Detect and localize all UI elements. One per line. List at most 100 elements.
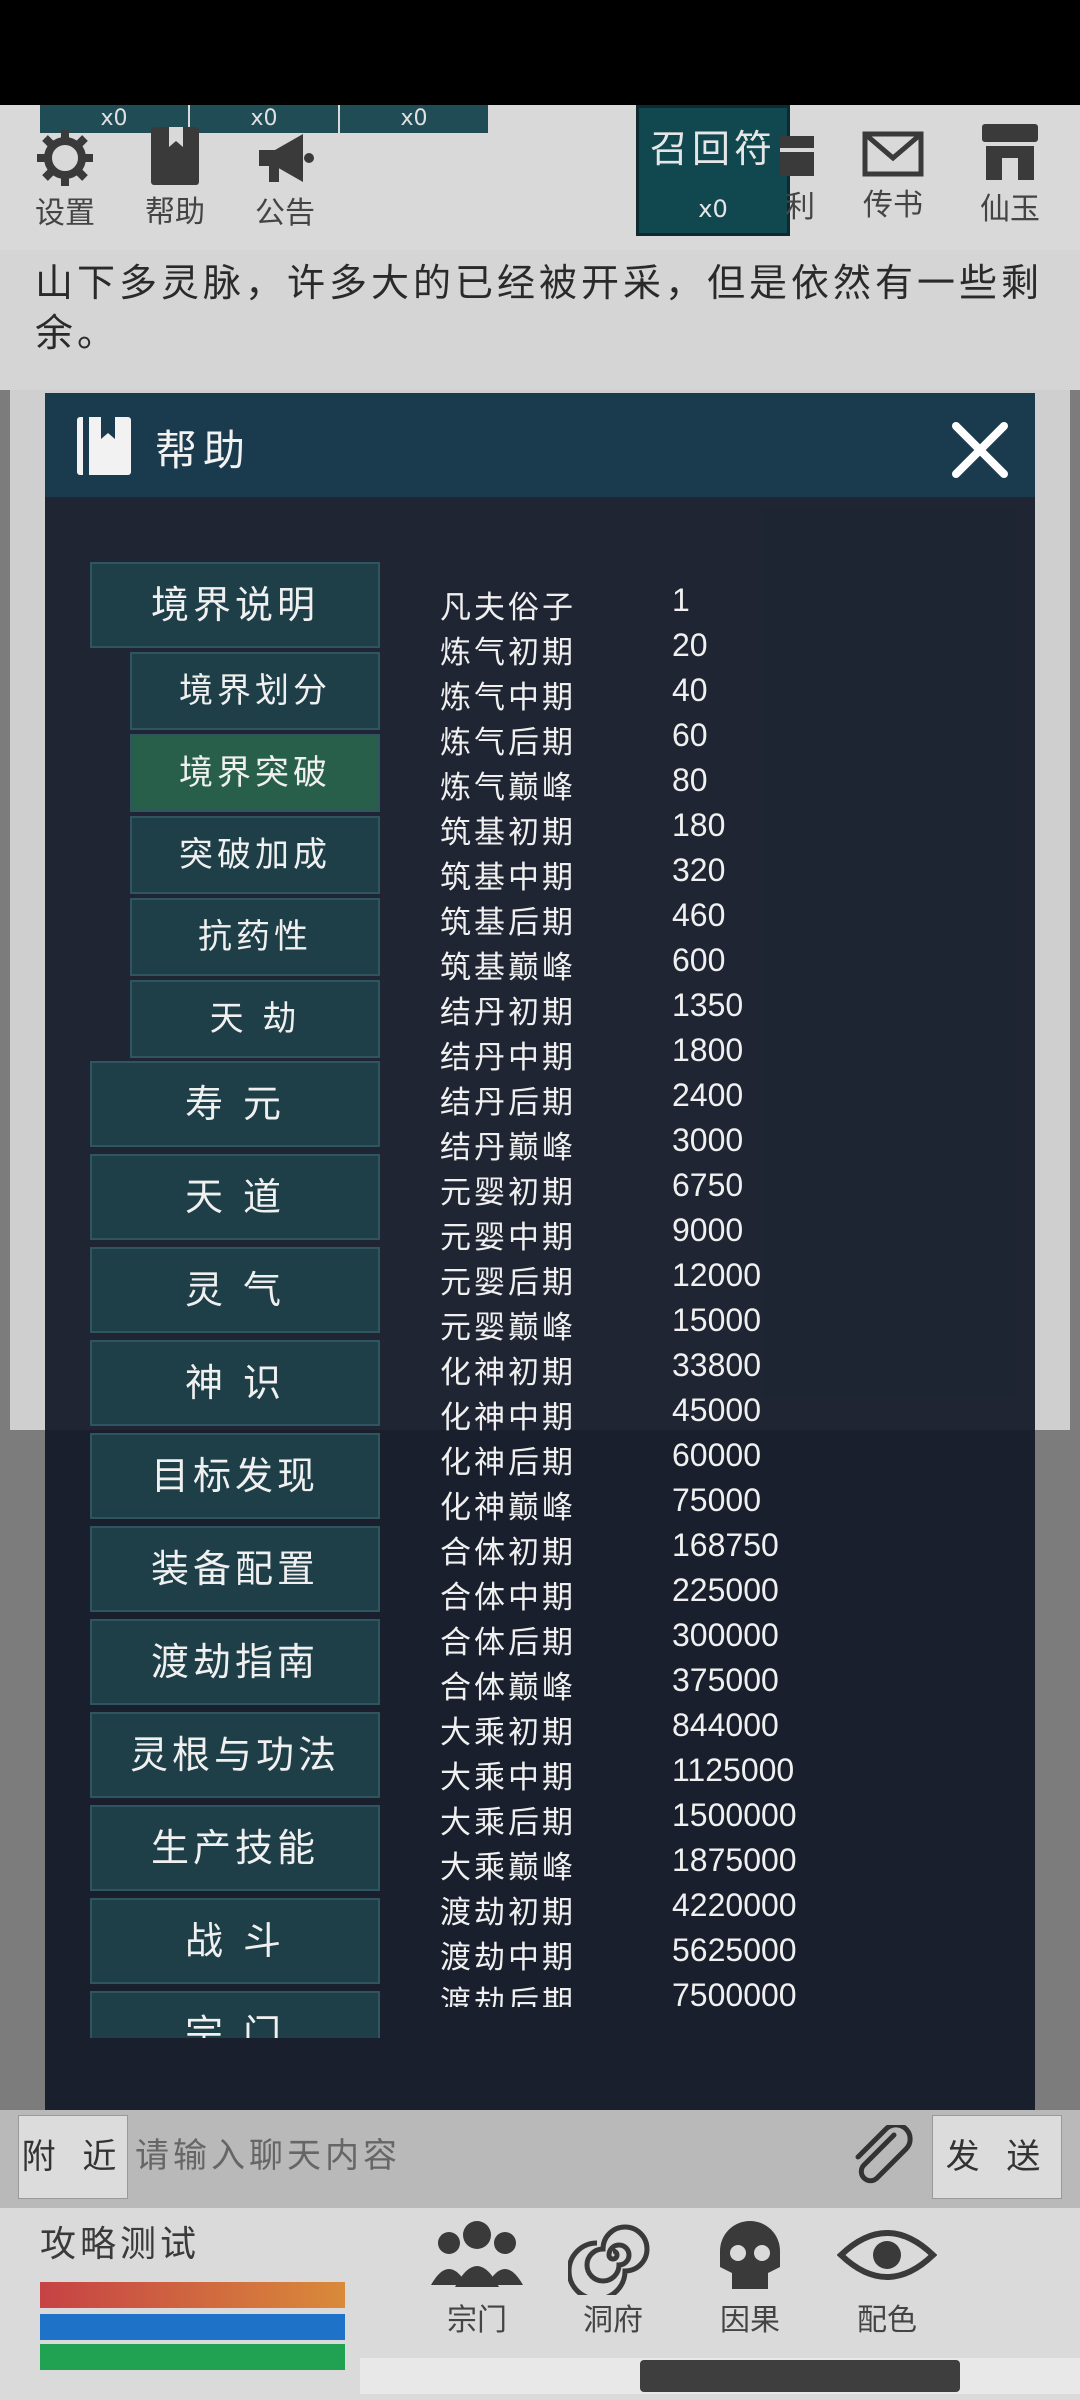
- people-icon: [431, 2221, 523, 2287]
- table-row: 合体后期 300000: [440, 1617, 920, 1662]
- story-text: 山下多灵脉，许多大的已经被开采，但是依然有一些剩余。: [35, 261, 1044, 355]
- table-row: 大乘初期 844000: [440, 1707, 920, 1752]
- help-subtopic-breakthrough-bonus[interactable]: 突破加成: [130, 816, 380, 894]
- mail-button[interactable]: 传书: [838, 128, 948, 224]
- help-topic-label: 神 识: [184, 1361, 286, 1405]
- welfare-label: 利: [785, 190, 815, 225]
- help-topic-realm-explain[interactable]: 境界说明: [90, 562, 380, 648]
- realm-name: 合体巅峰: [440, 1670, 576, 1706]
- realm-name: 炼气巅峰: [440, 770, 576, 806]
- realm-name: 炼气初期: [440, 635, 576, 671]
- shop-label: 仙玉: [980, 192, 1040, 227]
- realm-value: 460: [672, 897, 726, 933]
- realm-name: 凡夫俗子: [440, 590, 576, 626]
- table-row: 筑基后期 460: [440, 897, 920, 942]
- notice-label: 公告: [255, 196, 315, 231]
- realm-value: 320: [672, 852, 726, 888]
- item-slot-3[interactable]: x0: [340, 105, 488, 133]
- realm-name: 渡劫中期: [440, 1940, 576, 1976]
- realm-name: 元婴中期: [440, 1220, 576, 1256]
- nav-color-scheme-label: 配色: [857, 2303, 917, 2338]
- table-row: 炼气初期 20: [440, 627, 920, 672]
- realm-name: 炼气中期: [440, 680, 576, 716]
- paperclip-icon[interactable]: [850, 2125, 916, 2187]
- help-dialog-title: 帮助: [155, 426, 252, 475]
- table-row: 渡劫后期 7500000: [440, 1977, 920, 2007]
- status-bar: [0, 0, 1080, 105]
- realm-value: 5625000: [672, 1932, 797, 1968]
- realm-value: 60000: [672, 1437, 761, 1473]
- welfare-button[interactable]: 利: [770, 122, 830, 226]
- table-row: 炼气巅峰 80: [440, 762, 920, 807]
- eye-icon: [837, 2230, 937, 2280]
- health-bar: [40, 2282, 345, 2308]
- mana-bar: [40, 2314, 345, 2340]
- table-row: 渡劫初期 4220000: [440, 1887, 920, 1932]
- realm-name: 化神巅峰: [440, 1490, 576, 1526]
- notice-button[interactable]: 公告: [230, 128, 340, 232]
- recall-talisman-button[interactable]: 召回符 x0: [636, 105, 790, 236]
- realm-name: 化神初期: [440, 1355, 576, 1391]
- nav-cave-label: 洞府: [583, 2303, 643, 2338]
- help-button[interactable]: 帮助: [120, 125, 230, 231]
- send-button[interactable]: 发 送: [932, 2115, 1062, 2199]
- bottom-scroll-thumb[interactable]: [640, 2360, 960, 2392]
- realm-name: 炼气后期: [440, 725, 576, 761]
- help-topic-sect[interactable]: 宗 门: [90, 1991, 380, 2038]
- table-row: 化神初期 33800: [440, 1347, 920, 1392]
- help-subtopic-realm-division[interactable]: 境界划分: [130, 652, 380, 730]
- shop-button[interactable]: 仙玉: [955, 122, 1065, 228]
- nav-karma[interactable]: 因果: [690, 2215, 810, 2339]
- help-topic-label: 灵 气: [184, 1268, 286, 1312]
- help-topic-label: 灵根与功法: [129, 1733, 340, 1777]
- help-topic-label: 境界说明: [150, 583, 319, 627]
- help-topic-divine-sense[interactable]: 神 识: [90, 1340, 380, 1426]
- help-subtopic-tribulation[interactable]: 天 劫: [130, 980, 380, 1058]
- help-topic-label: 装备配置: [150, 1547, 319, 1591]
- book-icon: [151, 127, 199, 185]
- settings-label: 设置: [35, 196, 95, 231]
- nav-color-scheme[interactable]: 配色: [827, 2215, 947, 2339]
- chat-channel-button[interactable]: 附 近: [18, 2115, 128, 2199]
- realm-value: 4220000: [672, 1887, 797, 1923]
- nav-cave[interactable]: 洞府: [553, 2215, 673, 2339]
- help-topic-heaven-dao[interactable]: 天 道: [90, 1154, 380, 1240]
- table-row: 炼气后期 60: [440, 717, 920, 762]
- realm-value: 180: [672, 807, 726, 843]
- table-row: 合体中期 225000: [440, 1572, 920, 1617]
- help-topic-list[interactable]: 境界说明 境界划分 境界突破 突破加成 抗药性 天 劫 寿 元 天 道 灵 气 …: [90, 558, 380, 2038]
- nav-karma-label: 因果: [720, 2303, 780, 2338]
- help-topic-equipment[interactable]: 装备配置: [90, 1526, 380, 1612]
- realm-value: 1500000: [672, 1797, 797, 1833]
- table-row: 筑基初期 180: [440, 807, 920, 852]
- realm-value: 844000: [672, 1707, 779, 1743]
- realm-value: 80: [672, 762, 708, 798]
- help-topic-label: 目标发现: [150, 1454, 319, 1498]
- nav-sect[interactable]: 宗门: [417, 2215, 537, 2339]
- table-row: 元婴巅峰 15000: [440, 1302, 920, 1347]
- help-subtopic-realm-breakthrough[interactable]: 境界突破: [130, 734, 380, 812]
- realm-name: 结丹巅峰: [440, 1130, 576, 1166]
- realm-name: 结丹后期: [440, 1085, 576, 1121]
- settings-button[interactable]: 设置: [10, 128, 120, 232]
- help-topic-spirit-qi[interactable]: 灵 气: [90, 1247, 380, 1333]
- close-icon[interactable]: [948, 418, 1012, 482]
- help-topic-production[interactable]: 生产技能: [90, 1805, 380, 1891]
- help-topic-tribulation-guide[interactable]: 渡劫指南: [90, 1619, 380, 1705]
- realm-name: 结丹初期: [440, 995, 576, 1031]
- guide-label[interactable]: 攻略测试: [40, 2215, 200, 2267]
- help-subtopic-drug-resistance[interactable]: 抗药性: [130, 898, 380, 976]
- realm-value: 600: [672, 942, 726, 978]
- help-topic-target-discovery[interactable]: 目标发现: [90, 1433, 380, 1519]
- table-row: 化神巅峰 75000: [440, 1482, 920, 1527]
- help-topic-roots-techniques[interactable]: 灵根与功法: [90, 1712, 380, 1798]
- recall-label: 召回符: [649, 127, 776, 171]
- realm-name: 元婴巅峰: [440, 1310, 576, 1346]
- skull-icon: [720, 2221, 780, 2289]
- table-row: 大乘中期 1125000: [440, 1752, 920, 1797]
- table-row: 合体巅峰 375000: [440, 1662, 920, 1707]
- table-row: 元婴后期 12000: [440, 1257, 920, 1302]
- help-topic-combat[interactable]: 战 斗: [90, 1898, 380, 1984]
- help-topic-lifespan[interactable]: 寿 元: [90, 1061, 380, 1147]
- chat-input[interactable]: 请输入聊天内容: [135, 2115, 835, 2197]
